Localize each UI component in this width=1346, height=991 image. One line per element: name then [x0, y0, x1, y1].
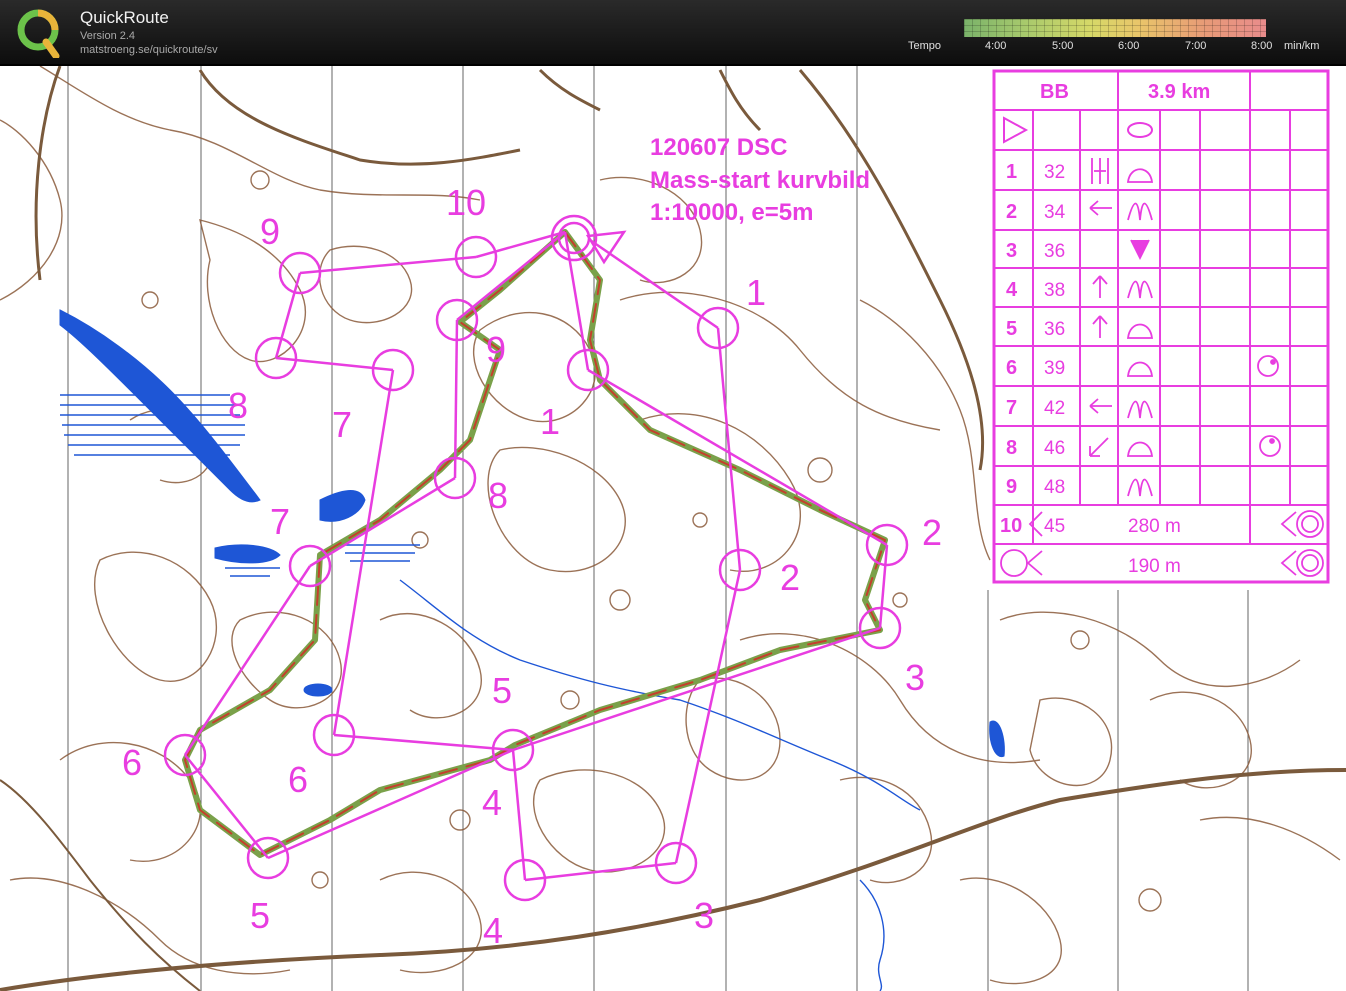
sheet-row-code: 32	[1044, 162, 1065, 183]
control-number: 2	[922, 512, 942, 553]
control-number: 2	[780, 557, 800, 598]
tempo-tick: 8:00	[1251, 40, 1273, 52]
control-number: 3	[694, 895, 714, 936]
sheet-row-num: 2	[1006, 201, 1017, 223]
sheet-row-num: 4	[1006, 279, 1018, 301]
sheet-finish-distance: 190 m	[1128, 556, 1181, 577]
map-info-line: 1:10000, e=5m	[650, 199, 813, 226]
description-sheet[interactable]: BB 3.9 km 1 2 3 4 5 6 7 8 9 10 32 34 36 …	[992, 69, 1330, 584]
sheet-row-num: 5	[1006, 318, 1017, 340]
control-number: 8	[488, 475, 508, 516]
control-number: 1	[746, 272, 766, 313]
sheet-row-code: 36	[1044, 241, 1065, 262]
app-version: Version 2.4	[80, 30, 136, 42]
app-title: QuickRoute	[80, 8, 169, 27]
control-number: 7	[332, 404, 352, 445]
sheet-row-num: 3	[1006, 240, 1017, 262]
tempo-tick: 6:00	[1118, 40, 1140, 52]
sheet-row-num: 7	[1006, 397, 1017, 419]
control-number: 3	[905, 657, 925, 698]
sheet-row-code: 36	[1044, 319, 1065, 340]
control-number: 7	[270, 501, 290, 542]
map-info-line: Mass-start kurvbild	[650, 167, 870, 194]
control-number: 4	[482, 782, 502, 823]
sheet-row-code: 45	[1044, 516, 1065, 537]
control-number: 6	[288, 759, 308, 800]
tempo-tick: 7:00	[1185, 40, 1207, 52]
sheet-row-num: 1	[1006, 161, 1017, 183]
control-number: 10	[446, 182, 486, 223]
sheet-leg-distance: 280 m	[1128, 516, 1181, 537]
control-number: 9	[486, 329, 506, 370]
sheet-row-num: 6	[1006, 357, 1017, 379]
map-info-line: 120607 DSC	[650, 134, 787, 161]
control-number: 6	[122, 742, 142, 783]
sheet-row-num: 8	[1006, 437, 1017, 459]
control-number: 9	[260, 211, 280, 252]
app-header: QuickRoute Version 2.4 matstroeng.se/qui…	[0, 0, 1346, 66]
sheet-row-num: 10	[1000, 515, 1022, 537]
tempo-unit: min/km	[1284, 40, 1320, 52]
control-number: 5	[492, 670, 512, 711]
sheet-row-code: 34	[1044, 202, 1066, 223]
sheet-row-code: 48	[1044, 477, 1065, 498]
tempo-tick: 5:00	[1052, 40, 1074, 52]
tempo-tick: 4:00	[985, 40, 1007, 52]
orienteering-map[interactable]: 1 2 3 4 5 6 7 8 9 10 1 2 3 4 5 6 7 8 9 1…	[0, 66, 1346, 991]
sheet-row-num: 9	[1006, 476, 1017, 498]
control-number: 8	[228, 385, 248, 426]
sheet-class: BB	[1040, 81, 1069, 103]
tempo-label: Tempo	[908, 40, 942, 52]
sheet-row-code: 39	[1044, 358, 1065, 379]
control-number: 5	[250, 895, 270, 936]
quickroute-logo-icon	[17, 9, 60, 58]
app-url[interactable]: matstroeng.se/quickroute/sv	[80, 44, 218, 56]
control-number: 1	[540, 401, 560, 442]
sheet-row-code: 38	[1044, 280, 1065, 301]
control-number: 4	[483, 910, 503, 951]
sheet-length: 3.9 km	[1148, 81, 1210, 103]
sheet-row-code: 46	[1044, 438, 1065, 459]
sheet-row-code: 42	[1044, 398, 1065, 419]
tempo-color-scale	[964, 19, 1266, 37]
